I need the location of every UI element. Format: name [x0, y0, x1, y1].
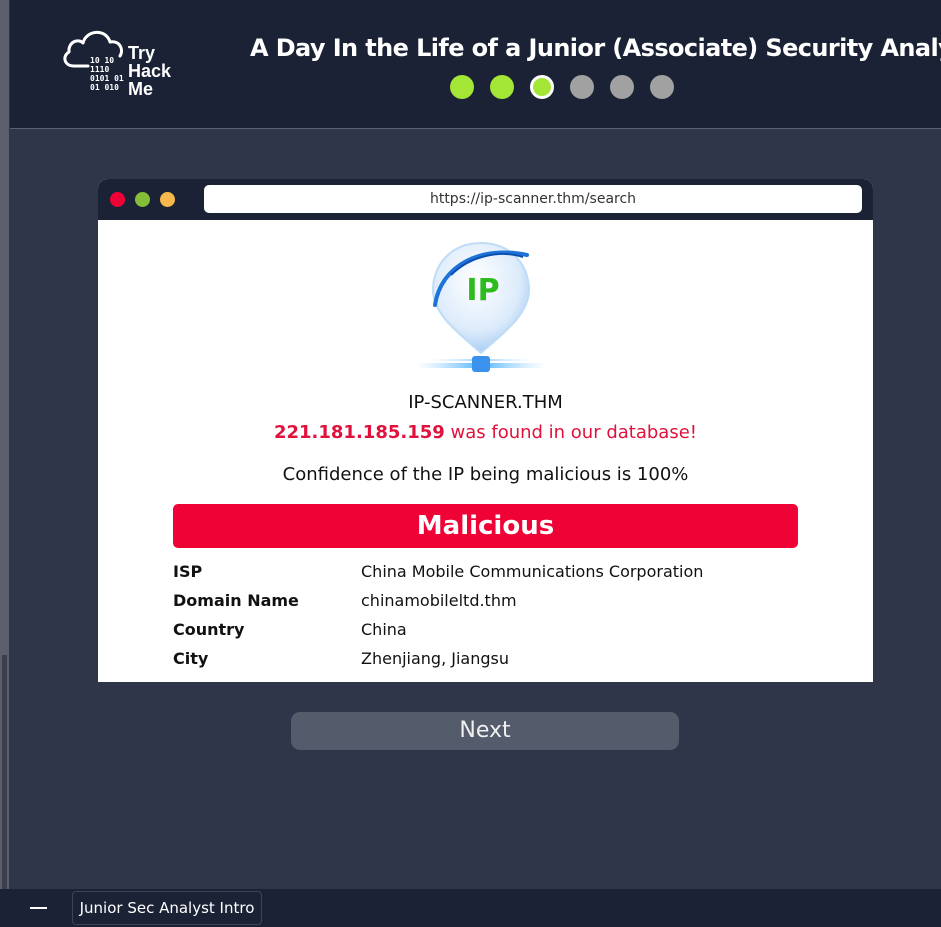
detail-value: chinamobileltd.thm [361, 591, 517, 610]
progress-step [650, 75, 674, 99]
taskbar: Junior Sec Analyst Intro [0, 889, 941, 927]
header: 10 10 1110 0101 01 01 010 Try Hack Me A … [10, 0, 941, 129]
detail-value: China [361, 620, 407, 639]
browser-window: https://ip-scanner.thm/search IP IP-SCAN… [98, 179, 873, 682]
window-close-button[interactable] [110, 192, 125, 207]
detail-key: City [173, 649, 209, 668]
detail-value: China Mobile Communications Corporation [361, 562, 704, 581]
progress-step [570, 75, 594, 99]
detail-row-city: City Zhenjiang, Jiangsu [173, 649, 798, 678]
page-title: A Day In the Life of a Junior (Associate… [250, 34, 941, 62]
progress-step [490, 75, 514, 99]
browser-toolbar: https://ip-scanner.thm/search [98, 179, 873, 220]
scrollbar-thumb[interactable] [2, 655, 7, 889]
progress-step [610, 75, 634, 99]
logo-bits: 10 10 1110 0101 01 01 010 [90, 56, 124, 92]
confidence-text: Confidence of the IP being malicious is … [282, 464, 689, 485]
logo-wordmark: Try Hack Me [128, 43, 172, 99]
window-maximize-button[interactable] [160, 192, 175, 207]
found-message: 221.181.185.159 was found in our databas… [98, 422, 873, 443]
address-bar[interactable]: https://ip-scanner.thm/search [204, 185, 862, 213]
detail-key: ISP [173, 562, 203, 581]
taskbar-tab[interactable]: Junior Sec Analyst Intro [72, 891, 262, 925]
minimize-icon[interactable] [30, 907, 47, 909]
detail-key: Domain Name [173, 591, 299, 610]
detail-key: Country [173, 620, 245, 639]
progress-step [450, 75, 474, 99]
ip-address: 221.181.185.159 [273, 422, 445, 443]
location-pin-icon: IP [416, 241, 546, 372]
detail-row-country: Country China [173, 620, 798, 649]
detail-value: Zhenjiang, Jiangsu [361, 649, 509, 668]
left-scrollbar[interactable] [0, 0, 9, 889]
window-minimize-button[interactable] [135, 192, 150, 207]
found-suffix: was found in our database! [444, 422, 698, 443]
site-name: IP-SCANNER.THM [408, 392, 563, 413]
verdict-banner: Malicious [173, 504, 798, 548]
progress-step [530, 75, 554, 99]
tryhackme-logo: 10 10 1110 0101 01 01 010 Try Hack Me [60, 26, 200, 106]
ip-details-table: ISP China Mobile Communications Corporat… [173, 562, 798, 678]
ip-scanner-logo: IP [411, 235, 551, 380]
detail-row-isp: ISP China Mobile Communications Corporat… [173, 562, 798, 591]
detail-row-domain: Domain Name chinamobileltd.thm [173, 591, 798, 620]
ip-logo-text: IP [466, 273, 499, 308]
next-button[interactable]: Next [291, 712, 679, 750]
